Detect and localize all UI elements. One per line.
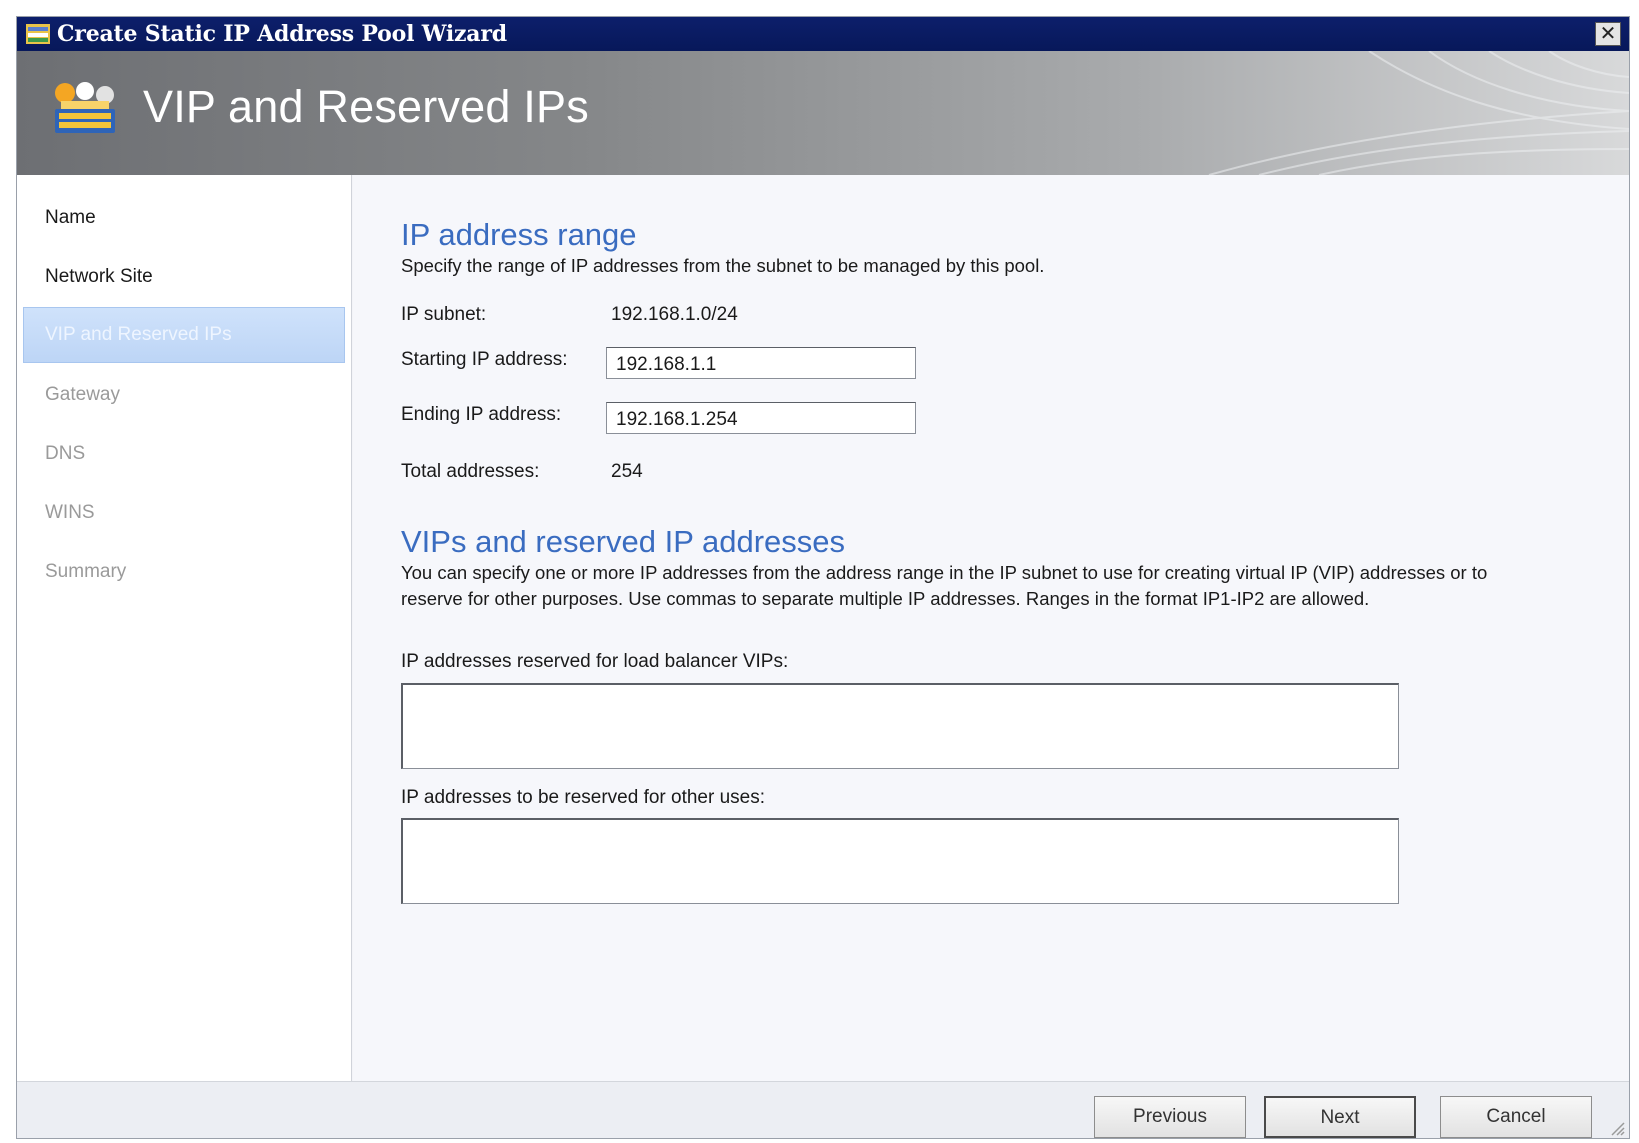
- step-dns: DNS: [45, 443, 86, 464]
- ip-range-description: Specify the range of IP addresses from t…: [401, 255, 1045, 276]
- window-title: Create Static IP Address Pool Wizard: [57, 21, 507, 47]
- other-uses-label: IP addresses to be reserved for other us…: [401, 787, 766, 808]
- header-banner: VIP and Reserved IPs: [17, 51, 1629, 175]
- step-wins: WINS: [45, 502, 95, 523]
- lb-vips-textarea[interactable]: [401, 683, 1399, 769]
- previous-button[interactable]: Previous: [1094, 1096, 1246, 1138]
- step-name[interactable]: Name: [45, 207, 96, 229]
- vips-description: You can specify one or more IP addresses…: [401, 562, 1488, 609]
- step-summary: Summary: [45, 561, 127, 582]
- cancel-button[interactable]: Cancel: [1440, 1096, 1592, 1138]
- ip-subnet-label: IP subnet:: [401, 304, 487, 325]
- step-network-site[interactable]: Network Site: [45, 266, 153, 288]
- total-addresses-label: Total addresses:: [401, 461, 540, 482]
- close-icon: ✕: [1599, 21, 1617, 45]
- step-vip-and-reserved-ips[interactable]: VIP and Reserved IPs: [23, 307, 345, 363]
- ip-subnet-value: 192.168.1.0/24: [611, 304, 738, 325]
- title-bar: Create Static IP Address Pool Wizard ✕: [17, 17, 1629, 51]
- starting-ip-input[interactable]: 192.168.1.1: [606, 347, 916, 379]
- total-addresses-value: 254: [611, 461, 643, 482]
- ending-ip-input[interactable]: 192.168.1.254: [606, 402, 916, 434]
- other-uses-textarea[interactable]: [401, 818, 1399, 904]
- close-button[interactable]: ✕: [1595, 22, 1621, 46]
- banner-decoration: [1208, 51, 1629, 175]
- wizard-window: Create Static IP Address Pool Wizard ✕ V…: [16, 16, 1630, 1139]
- starting-ip-label: Starting IP address:: [401, 349, 568, 370]
- lb-vips-label: IP addresses reserved for load balancer …: [401, 651, 789, 672]
- step-vip-label: VIP and Reserved IPs: [45, 324, 232, 345]
- ip-pool-icon: [55, 82, 115, 133]
- ending-ip-label: Ending IP address:: [401, 404, 562, 425]
- wizard-app-icon: [26, 24, 50, 44]
- ip-range-heading: IP address range: [401, 217, 637, 252]
- page-title: VIP and Reserved IPs: [143, 81, 589, 132]
- vips-heading: VIPs and reserved IP addresses: [401, 524, 846, 559]
- wizard-steps-sidebar: Name Network Site VIP and Reserved IPs G…: [17, 175, 352, 1081]
- content-pane: IP address range Specify the range of IP…: [353, 175, 1629, 1081]
- footer-bar: Previous Next Cancel: [17, 1081, 1629, 1138]
- step-gateway: Gateway: [45, 384, 120, 405]
- resize-grip-icon[interactable]: [1609, 1120, 1625, 1136]
- next-button[interactable]: Next: [1264, 1096, 1416, 1138]
